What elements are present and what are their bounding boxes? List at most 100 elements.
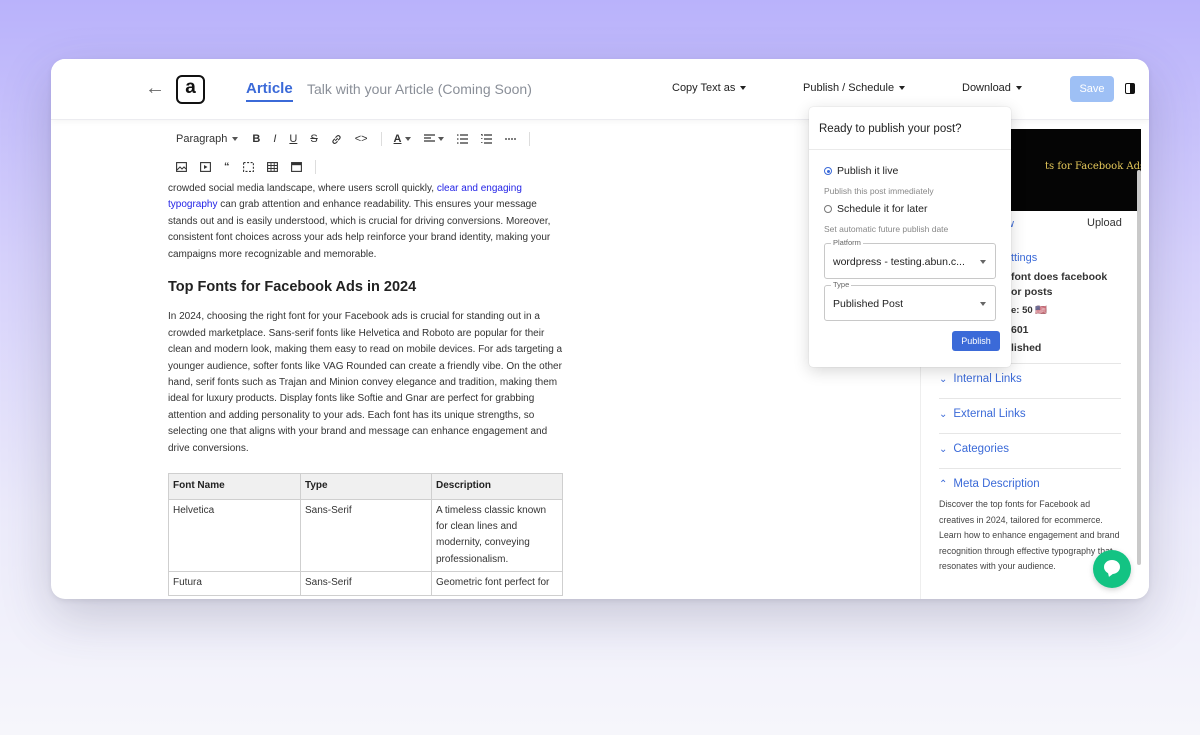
option-hint: Publish this post immediately [824,186,934,196]
caret-down-icon [980,260,986,264]
strikethrough-icon[interactable]: S [310,133,317,145]
chevron-down-icon: ⌄ [939,374,948,385]
option-publish-live[interactable]: Publish it live [837,165,898,177]
section-meta-description[interactable]: ⌃ Meta Description [939,478,1121,490]
back-arrow-icon[interactable]: ← [145,77,165,100]
paragraph-style-dropdown[interactable]: Paragraph [176,133,239,145]
option-hint: Set automatic future publish date [824,224,949,234]
table-cell: Futura [168,571,301,596]
sidebar-scrollbar[interactable] [1137,170,1141,565]
radio-publish-live[interactable] [824,167,832,175]
radio-schedule-later[interactable] [824,205,832,213]
embed-icon[interactable] [242,162,254,172]
table-header: Font Name [168,473,301,500]
table-icon[interactable] [266,162,278,172]
bullet-list-icon[interactable] [456,134,468,144]
table-cell: Helvetica [168,498,301,573]
chevron-down-icon [437,137,444,141]
publish-schedule-label: Publish / Schedule [803,82,895,94]
video-icon[interactable] [200,162,211,172]
chevron-up-icon: ⌃ [939,479,948,490]
article-content[interactable]: crowded social media landscape, where us… [168,181,563,596]
toolbar-divider [380,132,382,146]
field-label: Platform [831,238,863,247]
paragraph-text: crowded social media landscape, where us… [168,183,437,194]
app-window: ← a Article Talk with your Article (Comi… [51,59,1149,599]
divider [939,398,1121,399]
field-label: Type [831,280,852,289]
type-value: Published Post [833,298,904,310]
status-text: lished [1011,342,1042,354]
type-select[interactable]: Type Published Post [824,280,996,321]
divider [809,149,1011,150]
chevron-down-icon [899,86,906,91]
numbered-list-icon[interactable] [480,134,492,144]
divider [939,468,1121,469]
save-button[interactable]: Save [1070,76,1114,102]
chevron-down-icon [232,137,239,142]
volume-text: e: 50 🇺🇸 [1011,305,1048,316]
caret-down-icon [980,302,986,306]
blockquote-icon[interactable]: “ [224,161,230,173]
article-paragraph: crowded social media landscape, where us… [168,181,563,263]
text-color-dropdown[interactable]: A [394,133,411,145]
section-label: Categories [953,443,1010,455]
download-dropdown[interactable]: Download [962,82,1022,94]
section-label: Internal Links [953,373,1022,385]
editor-toolbar: Paragraph B I U S <> A “ [168,129,568,185]
table-header-row: Font Name Type Description [168,473,563,500]
section-label: Meta Description [953,478,1040,490]
underline-icon[interactable]: U [289,133,297,145]
chevron-down-icon: ⌄ [939,409,948,420]
tab-article[interactable]: Article [246,80,293,102]
widget-icon[interactable] [290,162,302,172]
table-cell: Geometric font perfect for [431,571,563,596]
paragraph-style-label: Paragraph [176,133,228,145]
toolbar-divider [528,132,530,146]
keyword-text: or posts [1011,286,1053,298]
align-dropdown[interactable] [423,134,444,144]
fonts-table: Font Name Type Description Helvetica San… [168,473,563,596]
settings-heading[interactable]: ttings [1011,252,1037,264]
section-heading: Top Fonts for Facebook Ads in 2024 [168,279,417,296]
publish-button[interactable]: Publish [952,331,1000,351]
image-icon[interactable] [176,162,187,172]
table-cell: Sans-Serif [300,571,432,596]
publish-schedule-dropdown[interactable]: Publish / Schedule [803,82,906,94]
bold-icon[interactable]: B [252,133,260,145]
upload-link[interactable]: Upload [1087,217,1122,229]
download-label: Download [962,82,1011,94]
platform-value: wordpress - testing.abun.c... [833,256,965,268]
table-row: Helvetica Sans-Serif A timeless classic … [168,498,563,573]
align-left-icon [423,134,435,142]
chevron-down-icon [1015,86,1022,91]
copy-text-label: Copy Text as [672,82,736,94]
platform-select[interactable]: Platform wordpress - testing.abun.c... [824,238,996,279]
table-header: Type [300,473,432,500]
count-text: 601 [1011,324,1029,336]
toolbar-divider [314,160,316,174]
section-external-links[interactable]: ⌄ External Links [939,408,1121,420]
publish-popover: Ready to publish your post? Publish it l… [809,107,1011,367]
horizontal-rule-icon[interactable] [504,137,516,141]
paragraph-text: can grab attention and enhance readabili… [168,199,551,260]
featured-image-text: ts for Facebook Ads [1045,161,1141,172]
table-cell: A timeless classic known for clean lines… [431,498,563,573]
section-label: External Links [953,408,1026,420]
copy-text-dropdown[interactable]: Copy Text as [672,82,747,94]
article-paragraph: In 2024, choosing the right font for you… [168,311,563,454]
table-cell: Sans-Serif [300,498,432,573]
sidebar-toggle-icon[interactable] [1125,83,1135,94]
tab-talk-with-article[interactable]: Talk with your Article (Coming Soon) [307,81,532,97]
option-schedule-later[interactable]: Schedule it for later [837,203,927,215]
chat-bubble-icon[interactable] [1093,550,1131,588]
section-categories[interactable]: ⌄ Categories [939,443,1121,455]
text-color-icon: A [393,133,402,145]
chevron-down-icon: ⌄ [939,444,948,455]
link-icon[interactable] [331,134,342,145]
italic-icon[interactable]: I [273,133,276,145]
chevron-down-icon [740,86,747,91]
app-logo[interactable]: a [176,75,205,104]
code-icon[interactable]: <> [355,133,368,145]
section-internal-links[interactable]: ⌄ Internal Links [939,373,1121,385]
